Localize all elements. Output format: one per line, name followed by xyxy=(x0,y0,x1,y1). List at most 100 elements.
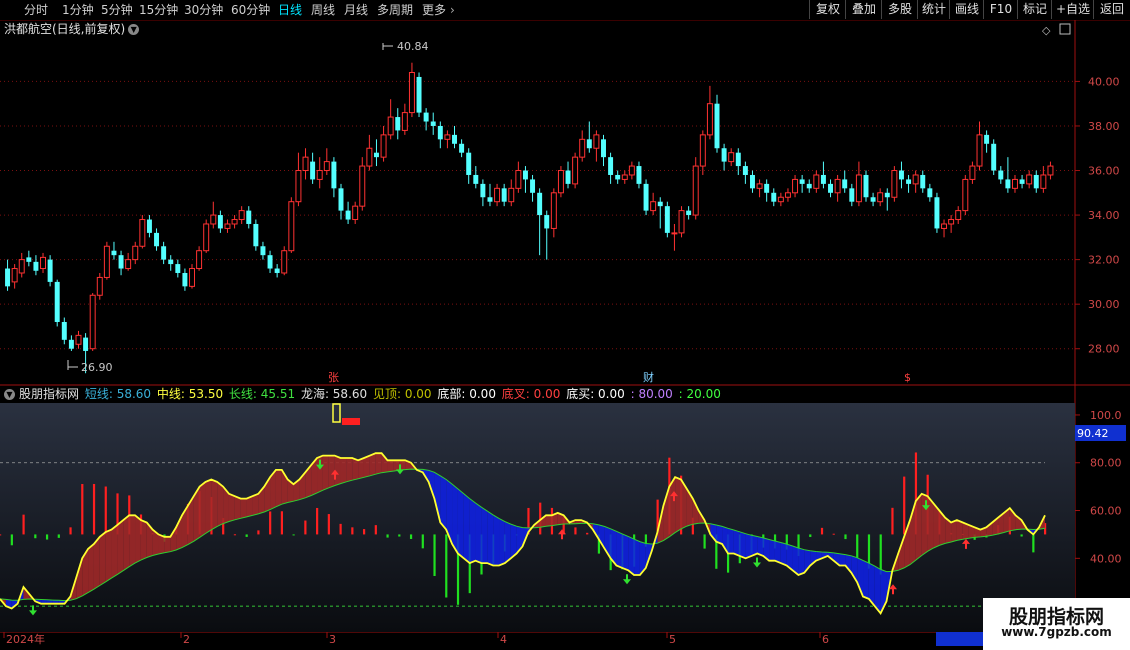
candle xyxy=(89,293,96,351)
histogram-bar xyxy=(81,484,84,535)
candle xyxy=(260,241,266,260)
candle xyxy=(891,166,898,202)
candle xyxy=(373,139,379,167)
diamond-icon[interactable]: ◇ xyxy=(1042,24,1051,37)
oscillator-fill xyxy=(481,507,488,564)
candle xyxy=(224,219,231,233)
histogram-bar xyxy=(856,534,859,558)
candle xyxy=(686,206,692,220)
candle xyxy=(480,179,486,207)
candle xyxy=(47,255,53,287)
candle xyxy=(288,197,295,253)
oscillator-fill xyxy=(475,502,482,564)
candle xyxy=(196,246,203,271)
histogram-bar xyxy=(844,534,847,540)
candle xyxy=(664,201,670,238)
candle xyxy=(912,170,919,193)
histogram-bar xyxy=(280,511,283,535)
candle xyxy=(1005,157,1011,193)
oscillator-fill xyxy=(839,553,846,566)
oscillator-fill xyxy=(504,521,511,564)
cai-marker[interactable]: 财 xyxy=(643,370,654,384)
histogram-bar xyxy=(445,534,448,598)
oscillator-fill xyxy=(346,457,353,482)
candle xyxy=(706,85,713,140)
candle xyxy=(976,121,983,171)
candle xyxy=(1011,174,1018,193)
window-toggle-icon[interactable] xyxy=(1059,23,1071,35)
chevron-down-icon[interactable]: ▼ xyxy=(128,24,140,35)
osc-axis-label: 80.00 xyxy=(1090,457,1122,470)
candle xyxy=(401,103,408,135)
candle xyxy=(466,148,472,184)
oscillator-fill xyxy=(140,520,147,561)
oscillator-fill xyxy=(375,453,382,475)
candle xyxy=(557,166,564,198)
price-axis-label: 36.00 xyxy=(1088,165,1120,178)
oscillator-fill xyxy=(322,455,329,491)
candle xyxy=(154,228,160,251)
high-price-label: 40.84 xyxy=(397,40,429,53)
candle xyxy=(643,179,649,216)
low-annotation: 26.90 xyxy=(67,360,113,374)
candle xyxy=(813,170,820,193)
oscillator-fill xyxy=(240,498,247,519)
candle xyxy=(310,152,316,184)
candle xyxy=(650,192,657,216)
candle xyxy=(366,134,373,171)
price-axis-label: 30.00 xyxy=(1088,298,1120,311)
indicator-menu-icon[interactable]: ▼ xyxy=(4,389,15,400)
candle xyxy=(855,161,862,207)
legend-item: 底买: 0.00 xyxy=(562,387,625,401)
oscillator-fill xyxy=(798,547,805,576)
signal-box-red xyxy=(342,418,360,425)
candle xyxy=(146,215,152,238)
oscillator-fill xyxy=(915,493,922,561)
oscillator-fill xyxy=(252,493,259,516)
candle xyxy=(984,130,990,153)
histogram-bar xyxy=(245,534,248,537)
candle xyxy=(530,174,536,202)
histogram-bar xyxy=(374,525,377,535)
candle xyxy=(615,170,621,184)
oscillator-fill xyxy=(217,481,224,527)
histogram-bar xyxy=(398,534,401,537)
candle xyxy=(678,206,685,238)
oscillator-fill xyxy=(352,457,359,481)
oscillator-fill xyxy=(135,515,141,564)
candle xyxy=(40,252,47,273)
candle xyxy=(238,206,245,224)
dollar-marker[interactable]: $ xyxy=(904,371,911,384)
candle xyxy=(749,170,755,193)
histogram-bar xyxy=(69,527,72,535)
zhang-marker[interactable]: 张 xyxy=(328,371,339,384)
oscillator-fill xyxy=(369,453,376,476)
candle xyxy=(692,157,699,220)
candle xyxy=(991,139,997,175)
candle xyxy=(657,197,663,229)
oscillator-fill xyxy=(863,560,869,599)
candle xyxy=(628,161,635,180)
candle xyxy=(998,166,1004,184)
price-axis-label: 32.00 xyxy=(1088,254,1120,267)
candle xyxy=(898,161,904,189)
candle xyxy=(636,161,642,189)
candle xyxy=(11,264,18,289)
candle xyxy=(459,139,465,158)
oscillator-fill xyxy=(951,520,957,542)
candle xyxy=(231,215,238,229)
time-axis-label: 2 xyxy=(183,633,190,646)
oscillator-fill xyxy=(463,493,470,564)
indicator-name[interactable]: 股朋指标网 xyxy=(19,387,79,401)
candle xyxy=(473,166,479,189)
oscillator-fill xyxy=(745,533,752,559)
candle xyxy=(969,161,976,184)
oscillator-fill xyxy=(99,532,106,586)
oscillator-fill xyxy=(733,530,740,556)
candle xyxy=(522,166,528,193)
oscillator-fill xyxy=(927,496,934,552)
candle xyxy=(437,121,443,149)
oscillator-fill xyxy=(105,529,112,582)
stock-chart[interactable]: 40.00 38.00 36.00 34.00 32.00 30.00 28.00 100.0… xyxy=(0,0,1130,650)
candle xyxy=(699,130,706,175)
